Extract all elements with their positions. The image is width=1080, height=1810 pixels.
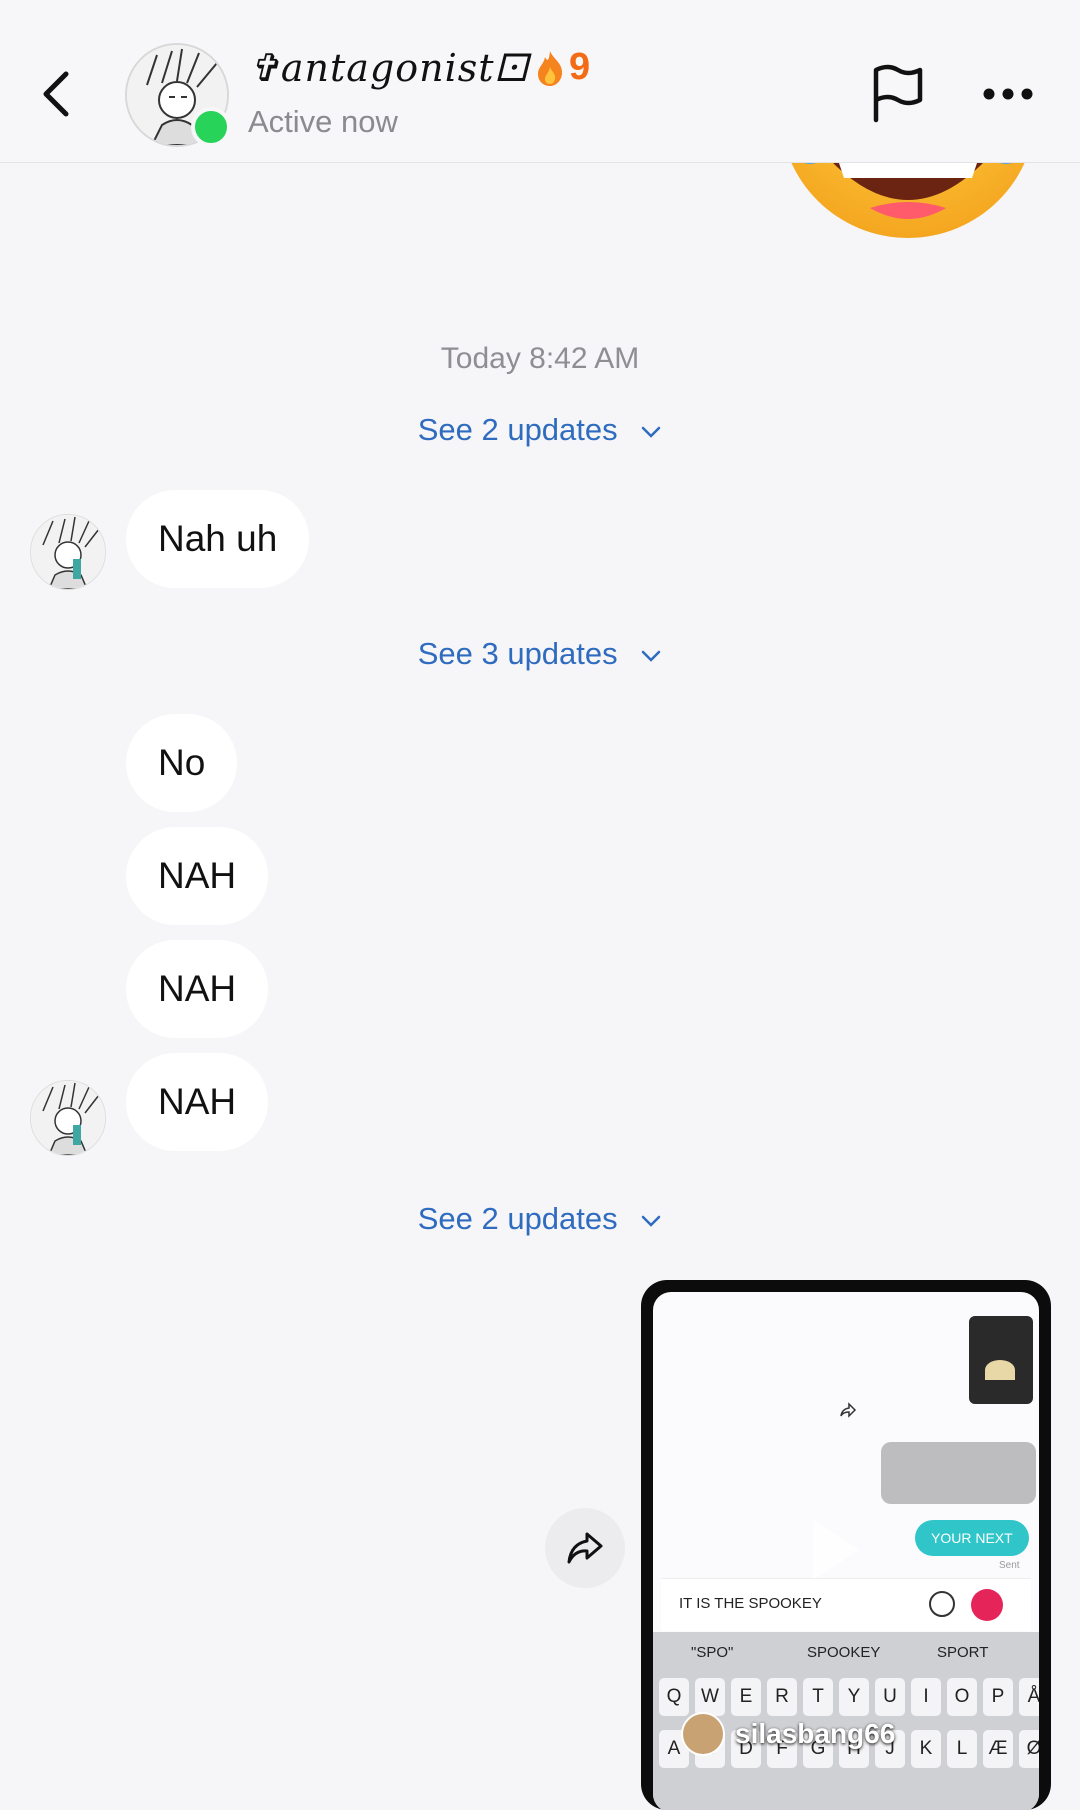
active-status: Active now xyxy=(248,104,398,139)
streak-badge: 9 xyxy=(535,46,590,89)
streak-count: 9 xyxy=(569,46,591,88)
send-icon xyxy=(971,1589,1003,1621)
online-indicator xyxy=(191,107,231,147)
see-updates-link[interactable]: See 2 updates xyxy=(0,412,1080,448)
embedded-input: IT IS THE SPOOKEY xyxy=(661,1578,1031,1631)
chevron-down-icon xyxy=(642,650,661,662)
ellipsis-icon xyxy=(983,88,1033,100)
emoji-icon xyxy=(929,1591,955,1617)
video-author[interactable]: silasbang66 xyxy=(681,1712,895,1756)
video-preview-image xyxy=(969,1316,1033,1404)
report-button[interactable] xyxy=(870,64,926,124)
video-thumbnail: YOUR NEXT Sent IT IS THE SPOOKEY "SPO" S… xyxy=(653,1292,1039,1810)
sender-avatar[interactable] xyxy=(30,514,106,590)
more-options-button[interactable] xyxy=(982,84,1034,104)
sender-avatar[interactable] xyxy=(30,1080,106,1156)
chat-header: ✞antagonist⚀ 9 Active now xyxy=(0,0,1080,163)
contact-name[interactable]: ✞antagonist⚀ xyxy=(248,46,529,90)
back-button[interactable] xyxy=(36,66,76,122)
message-timestamp: Today 8:42 AM xyxy=(440,342,640,375)
sent-label: Sent xyxy=(999,1560,1020,1571)
share-arrow-icon xyxy=(567,1532,603,1564)
message-bubble[interactable]: NAH xyxy=(126,827,269,925)
flag-icon xyxy=(873,64,923,123)
avatar xyxy=(681,1712,725,1756)
see-updates-link[interactable]: See 3 updates xyxy=(0,636,1080,672)
shared-video-message[interactable]: YOUR NEXT Sent IT IS THE SPOOKEY "SPO" S… xyxy=(641,1280,1051,1810)
see-updates-link[interactable]: See 2 updates xyxy=(0,1201,1080,1237)
contact-avatar[interactable] xyxy=(125,43,231,147)
share-arrow-icon xyxy=(840,1402,857,1418)
message-bubble[interactable]: No xyxy=(126,714,238,812)
message-bubble[interactable]: Nah uh xyxy=(126,490,310,588)
author-username: silasbang66 xyxy=(735,1718,896,1749)
embedded-message: YOUR NEXT xyxy=(915,1520,1029,1556)
chevron-left-icon xyxy=(43,71,69,117)
embedded-screenshot xyxy=(881,1442,1036,1504)
message-bubble[interactable]: NAH xyxy=(126,1053,269,1151)
share-button[interactable] xyxy=(545,1508,625,1588)
message-bubble[interactable]: NAH xyxy=(126,940,269,1038)
play-icon xyxy=(813,1520,859,1580)
chevron-down-icon xyxy=(642,1215,661,1227)
flame-icon xyxy=(538,50,563,86)
chevron-down-icon xyxy=(642,426,661,438)
